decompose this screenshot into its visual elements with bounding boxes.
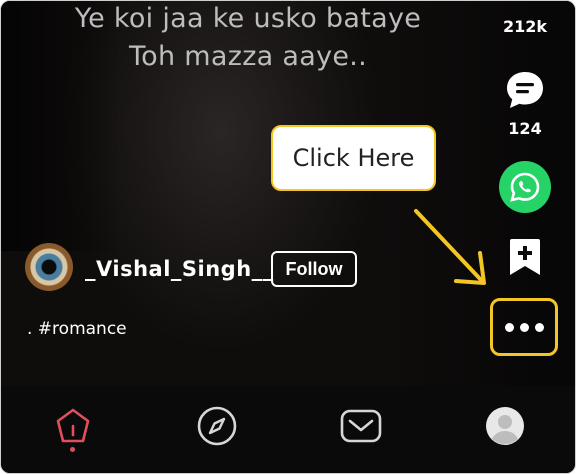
reels-screen: Ye koi jaa ke usko bataye Toh mazza aaye… bbox=[0, 0, 576, 474]
nav-explore[interactable] bbox=[195, 404, 239, 448]
more-options-button[interactable] bbox=[490, 298, 558, 356]
more-options-icon bbox=[504, 322, 514, 332]
author-username[interactable]: _Vishal_Singh__ bbox=[85, 257, 274, 281]
active-tab-indicator bbox=[70, 447, 75, 452]
bookmark-add-icon bbox=[508, 237, 542, 277]
callout-text: Click Here bbox=[292, 144, 415, 172]
author-avatar[interactable] bbox=[25, 243, 73, 291]
save-button[interactable] bbox=[503, 237, 547, 277]
pointer-arrow-icon bbox=[414, 209, 486, 285]
comments-count: 124 bbox=[508, 119, 542, 138]
comment-icon bbox=[504, 69, 546, 111]
lyric-line-2: Toh mazza aaye.. bbox=[128, 41, 368, 72]
whatsapp-share-icon bbox=[499, 161, 551, 213]
post-caption: . #romance bbox=[27, 319, 127, 339]
profile-avatar-icon bbox=[486, 407, 524, 445]
lyric-line-1: Ye koi jaa ke usko bataye bbox=[74, 3, 422, 34]
inbox-mail-icon bbox=[340, 409, 382, 443]
explore-compass-icon bbox=[197, 406, 237, 446]
home-icon bbox=[56, 408, 90, 443]
nav-inbox[interactable] bbox=[339, 404, 383, 448]
click-here-callout: Click Here bbox=[271, 125, 436, 191]
bottom-navigation bbox=[1, 386, 575, 473]
likes[interactable]: 212k bbox=[497, 17, 553, 36]
comment-button[interactable]: 124 bbox=[497, 69, 553, 138]
nav-home[interactable] bbox=[51, 404, 95, 448]
whatsapp-share-button[interactable] bbox=[499, 161, 551, 213]
likes-count: 212k bbox=[502, 17, 548, 36]
follow-button[interactable]: Follow bbox=[271, 251, 357, 287]
nav-profile[interactable] bbox=[483, 404, 527, 448]
